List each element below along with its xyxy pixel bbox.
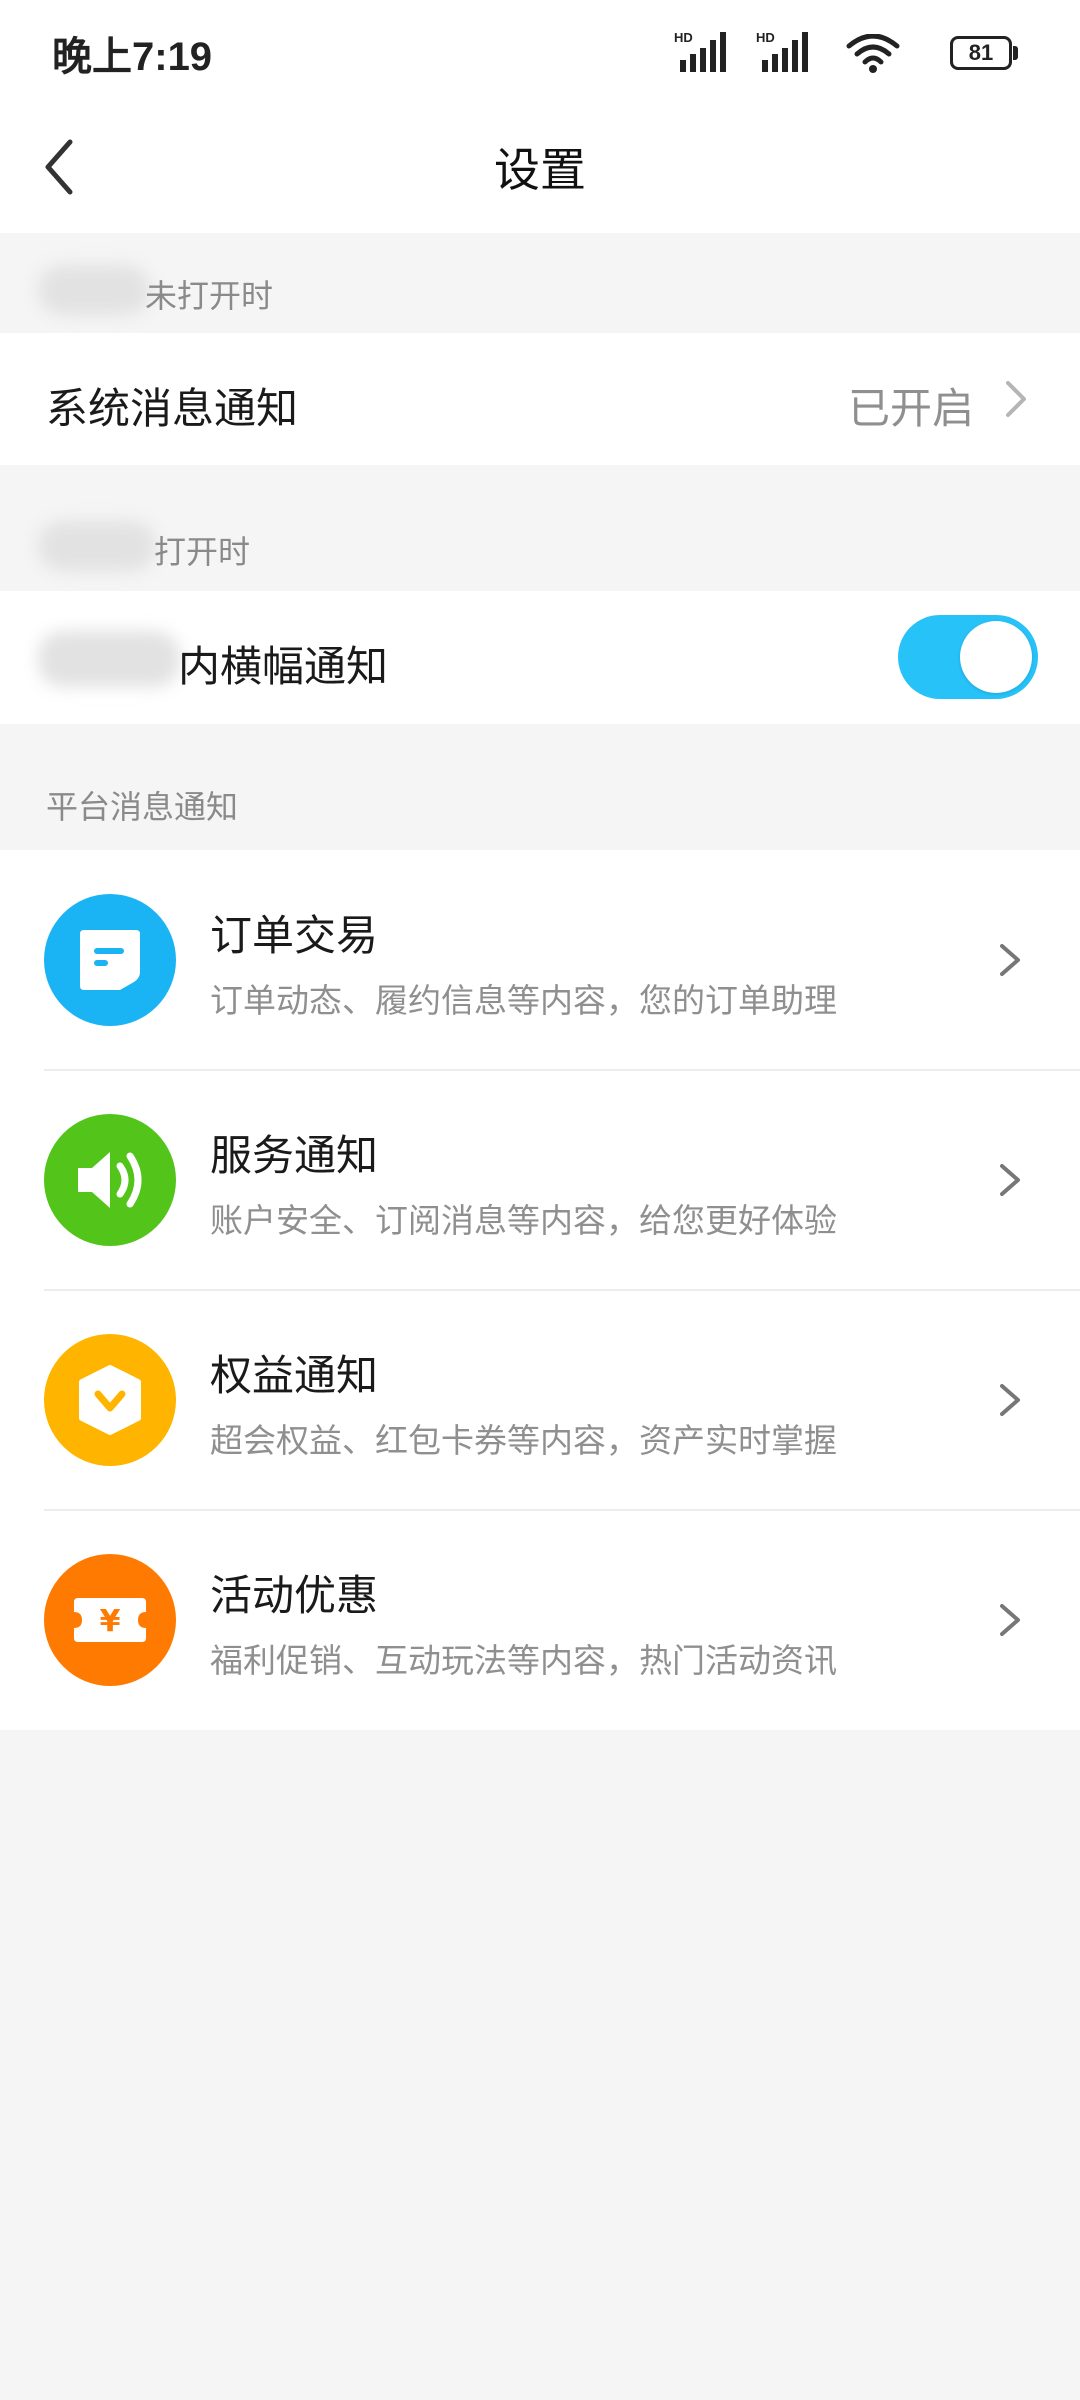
- section-open-text: 打开时: [154, 533, 251, 571]
- chevron-right-icon: [1000, 1604, 1020, 1636]
- wifi-icon: [846, 34, 900, 73]
- section-label-closed: 未打开时: [0, 233, 1080, 333]
- status-bar: 晚上7:19 HD HD 81: [0, 0, 1080, 100]
- list-item-activity[interactable]: ¥ 活动优惠 福利促销、互动玩法等内容，热门活动资讯: [0, 1510, 1080, 1730]
- ticket-icon: ¥: [44, 1554, 176, 1686]
- chevron-right-icon: [1000, 1164, 1020, 1196]
- system-notification-title: 系统消息通知: [46, 384, 299, 433]
- signal-icon: HD: [756, 30, 808, 72]
- toggle-knob: [960, 621, 1032, 693]
- nav-bar: 设置: [0, 100, 1080, 233]
- list-item-title: 活动优惠: [210, 1571, 379, 1620]
- banner-notification-toggle[interactable]: [898, 615, 1038, 699]
- system-notification-row[interactable]: 系统消息通知 已开启: [0, 333, 1080, 465]
- blurred-text: [38, 521, 156, 571]
- chevron-right-icon: [1006, 381, 1026, 417]
- signal-hd-label: HD: [756, 30, 775, 45]
- signal-hd-label: HD: [674, 30, 693, 45]
- system-notification-status: 已开启: [847, 384, 974, 433]
- list-item-benefit[interactable]: 权益通知 超会权益、红包卡券等内容，资产实时掌握: [0, 1290, 1080, 1510]
- signal-icon: HD: [674, 30, 726, 72]
- speaker-icon: [44, 1114, 176, 1246]
- status-time: 晚上7:19: [52, 35, 213, 79]
- blurred-text: [38, 631, 180, 687]
- list-item-title: 权益通知: [210, 1351, 379, 1400]
- page-title: 设置: [494, 143, 586, 197]
- chevron-right-icon: [1000, 944, 1020, 976]
- section-platform-text: 平台消息通知: [46, 788, 239, 826]
- battery-level: 81: [950, 36, 1012, 70]
- benefit-icon: [44, 1334, 176, 1466]
- blurred-text: [38, 265, 150, 315]
- list-item-title: 服务通知: [210, 1131, 379, 1180]
- list-item-title: 订单交易: [210, 911, 379, 960]
- list-item-service[interactable]: 服务通知 账户安全、订阅消息等内容，给您更好体验: [0, 1070, 1080, 1290]
- list-item-desc: 福利促销、互动玩法等内容，热门活动资讯: [210, 1641, 837, 1680]
- platform-notification-list: 订单交易 订单动态、履约信息等内容，您的订单助理 服务通知 账户安全、订阅消息等…: [0, 850, 1080, 1730]
- section-label-platform: 平台消息通知: [0, 724, 1080, 850]
- list-item-order[interactable]: 订单交易 订单动态、履约信息等内容，您的订单助理: [0, 850, 1080, 1070]
- list-item-desc: 账户安全、订阅消息等内容，给您更好体验: [210, 1201, 837, 1240]
- list-item-desc: 订单动态、履约信息等内容，您的订单助理: [210, 981, 837, 1020]
- banner-notification-title: 内横幅通知: [178, 642, 389, 691]
- order-icon: [44, 894, 176, 1026]
- chevron-right-icon: [1000, 1384, 1020, 1416]
- banner-notification-row: 内横幅通知: [0, 591, 1080, 724]
- svg-text:¥: ¥: [100, 1604, 121, 1639]
- list-item-desc: 超会权益、红包卡券等内容，资产实时掌握: [210, 1421, 837, 1460]
- status-icons: HD HD 81: [598, 30, 1018, 74]
- section-closed-text: 未打开时: [145, 277, 274, 315]
- section-label-open: 打开时: [0, 465, 1080, 591]
- battery-icon: 81: [950, 36, 1018, 70]
